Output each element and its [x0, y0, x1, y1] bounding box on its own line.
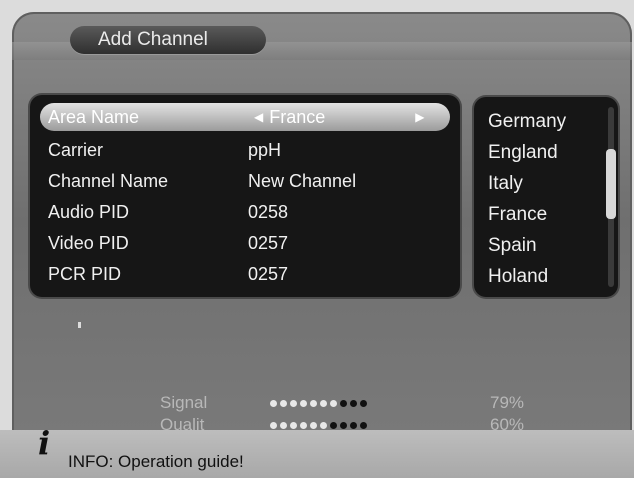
meter-dot [350, 400, 357, 407]
meter-dot [320, 422, 327, 429]
meter-dot [290, 400, 297, 407]
field-pcr-pid[interactable]: PCR PID 0257 [40, 260, 450, 288]
dialog-title: Add Channel [70, 26, 266, 54]
meter-dot [300, 422, 307, 429]
meter-dot [270, 422, 277, 429]
meter-dot [310, 422, 317, 429]
meter-dot [360, 400, 367, 407]
meter-dot [360, 422, 367, 429]
list-scrollbar[interactable] [606, 107, 616, 287]
meter-dot [330, 422, 337, 429]
scrollbar-thumb[interactable] [606, 149, 616, 219]
meter-dot [280, 400, 287, 407]
quality-meter [270, 422, 367, 429]
channel-name-value: New Channel [248, 170, 357, 191]
info-text: INFO: Operation guide! [68, 452, 244, 471]
channel-form-panel: Area Name ◀ France ▶ Carrier ppH Channel… [30, 95, 460, 297]
list-item-germany[interactable]: Germany [488, 111, 566, 133]
arrow-right-icon[interactable]: ▶ [415, 110, 424, 124]
field-label: Video PID [48, 232, 129, 253]
field-label: Carrier [48, 139, 104, 160]
field-audio-pid[interactable]: Audio PID 0258 [40, 198, 450, 226]
list-item-england[interactable]: England [488, 142, 558, 164]
meter-dot [270, 400, 277, 407]
field-label: Channel Name [48, 170, 169, 191]
meter-dot [280, 422, 287, 429]
arrow-left-icon[interactable]: ◀ [254, 110, 263, 124]
list-item-italy[interactable]: Italy [488, 173, 523, 195]
field-label: Area Name [48, 106, 140, 127]
info-icon: i [38, 424, 51, 462]
meter-dot [310, 400, 317, 407]
meter-dot [290, 422, 297, 429]
pcr-pid-value: 0257 [248, 263, 289, 284]
signal-strength-meter [270, 400, 367, 407]
list-item-holand[interactable]: Holand [488, 266, 548, 288]
meter-dot [340, 422, 347, 429]
list-item-spain[interactable]: Spain [488, 235, 537, 257]
field-area-name[interactable]: Area Name ◀ France ▶ [40, 103, 450, 131]
field-label: PCR PID [48, 263, 122, 284]
field-carrier[interactable]: Carrier ppH [40, 136, 450, 164]
signal-percent: 79% [490, 393, 525, 412]
video-pid-value: 0257 [248, 232, 289, 253]
carrier-value: ppH [248, 139, 282, 160]
list-item-france[interactable]: France [488, 204, 547, 226]
field-label: Audio PID [48, 201, 130, 222]
field-channel-name[interactable]: Channel Name New Channel [40, 167, 450, 195]
signal-label: Signal [160, 393, 208, 412]
meter-dot [300, 400, 307, 407]
screen-speck [78, 322, 81, 328]
meter-dot [320, 400, 327, 407]
field-value[interactable]: ◀ France ▶ [248, 107, 431, 128]
field-video-pid[interactable]: Video PID 0257 [40, 229, 450, 257]
audio-pid-value: 0258 [248, 201, 289, 222]
meter-dot [340, 400, 347, 407]
area-list-panel: Germany England Italy France Spain Holan… [474, 97, 618, 297]
area-name-value: France [269, 106, 326, 127]
meter-dot [350, 422, 357, 429]
meter-dot [330, 400, 337, 407]
